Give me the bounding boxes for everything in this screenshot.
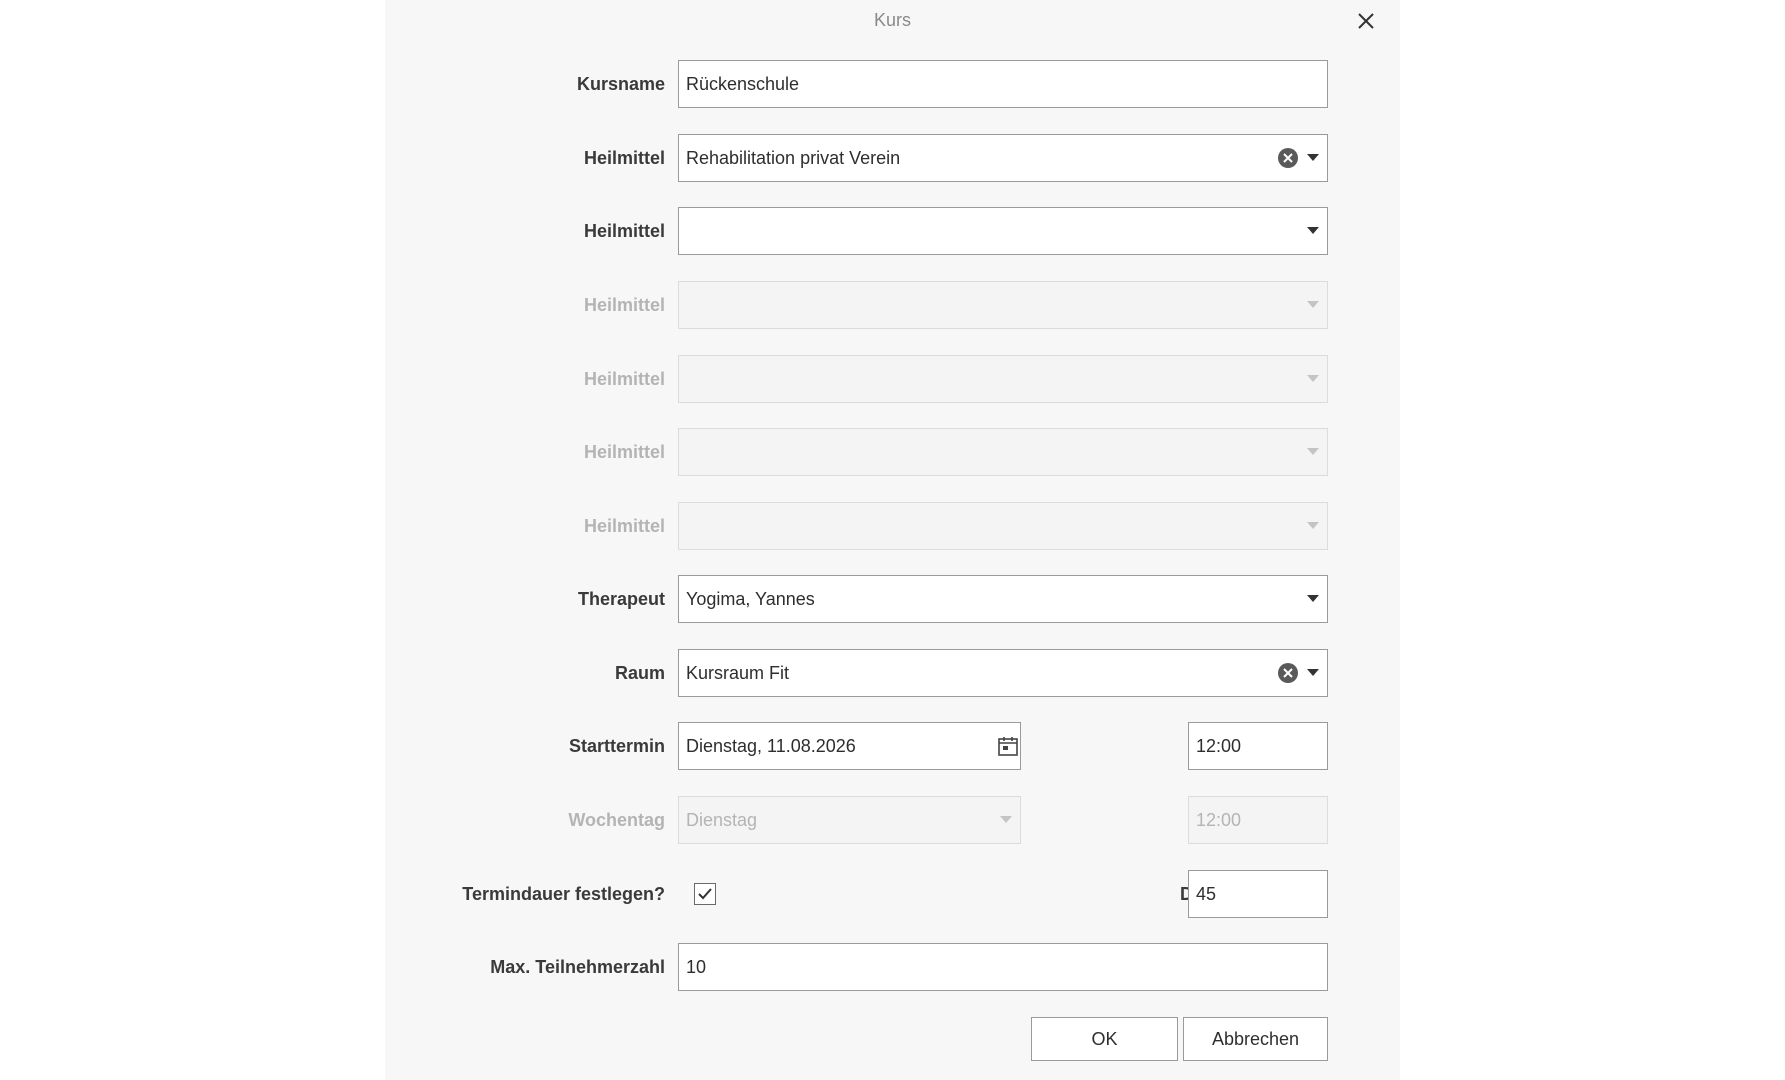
- kursname-value: Rückenschule: [686, 74, 800, 94]
- therapeut-select[interactable]: Yogima, Yannes: [678, 575, 1328, 623]
- raum-label: Raum: [614, 663, 665, 683]
- heilmittel-select-4: [678, 355, 1328, 403]
- starttermin-label: Starttermin: [568, 736, 665, 756]
- calendar-icon[interactable]: [997, 735, 1019, 757]
- kursname-input[interactable]: Rückenschule: [678, 60, 1328, 108]
- chevron-down-icon[interactable]: [1307, 227, 1319, 234]
- wochentag-value: Dienstag: [686, 810, 758, 830]
- cancel-button[interactable]: Abbrechen: [1183, 1017, 1328, 1061]
- heilmittel-label-2: Heilmittel: [583, 221, 665, 241]
- checkmark-icon: [698, 888, 712, 900]
- uhrzeit2-value: 12:00: [1196, 810, 1242, 830]
- starttermin-date-input[interactable]: Dienstag, 11.08.2026: [678, 722, 1021, 770]
- heilmittel-select-1[interactable]: Rehabilitation privat Verein: [678, 134, 1328, 182]
- max-teilnehmer-value: 10: [686, 957, 707, 977]
- wochentag-select: Dienstag: [678, 796, 1021, 844]
- close-icon: [1358, 13, 1374, 29]
- uhrzeit2-input: 12:00: [1188, 796, 1328, 844]
- heilmittel-label-5: Heilmittel: [583, 442, 665, 462]
- heilmittel-label-1: Heilmittel: [583, 148, 665, 168]
- heilmittel-label-6: Heilmittel: [583, 516, 665, 536]
- clear-icon[interactable]: [1277, 662, 1299, 684]
- chevron-down-icon: [1307, 301, 1319, 308]
- dialog-title: Kurs: [873, 10, 911, 30]
- chevron-down-icon: [1307, 448, 1319, 455]
- max-teilnehmer-input[interactable]: 10: [678, 943, 1328, 991]
- heilmittel-select-5: [678, 428, 1328, 476]
- dauer-value: 45: [1196, 884, 1217, 904]
- heilmittel-label-4: Heilmittel: [583, 369, 665, 389]
- clear-icon[interactable]: [1277, 147, 1299, 169]
- dauer-input[interactable]: 45: [1188, 870, 1328, 918]
- uhrzeit-value: 12:00: [1196, 736, 1242, 756]
- kurs-dialog: Kurs Kursname Rückenschule Heilmittel Re…: [385, 0, 1400, 1080]
- close-button[interactable]: [1351, 6, 1381, 36]
- wochentag-label: Wochentag: [568, 810, 665, 830]
- termindauer-checkbox[interactable]: [694, 883, 716, 905]
- therapeut-label: Therapeut: [577, 589, 665, 609]
- therapeut-value: Yogima, Yannes: [686, 589, 815, 609]
- heilmittel-select-2[interactable]: [678, 207, 1328, 255]
- ok-button[interactable]: OK: [1031, 1017, 1178, 1061]
- chevron-down-icon: [1307, 375, 1319, 382]
- heilmittel-value-1: Rehabilitation privat Verein: [686, 148, 901, 168]
- kursname-label: Kursname: [576, 74, 665, 94]
- chevron-down-icon: [1000, 816, 1012, 823]
- termindauer-label: Termindauer festlegen?: [462, 884, 665, 904]
- uhrzeit-input[interactable]: 12:00: [1188, 722, 1328, 770]
- starttermin-value: Dienstag, 11.08.2026: [686, 736, 856, 756]
- chevron-down-icon[interactable]: [1307, 595, 1319, 602]
- raum-value: Kursraum Fit: [686, 663, 790, 683]
- max-teilnehmer-label: Max. Teilnehmerzahl: [490, 957, 665, 977]
- heilmittel-select-6: [678, 502, 1328, 550]
- chevron-down-icon: [1307, 522, 1319, 529]
- chevron-down-icon[interactable]: [1307, 669, 1319, 676]
- heilmittel-select-3: [678, 281, 1328, 329]
- raum-select[interactable]: Kursraum Fit: [678, 649, 1328, 697]
- heilmittel-label-3: Heilmittel: [583, 295, 665, 315]
- chevron-down-icon[interactable]: [1307, 154, 1319, 161]
